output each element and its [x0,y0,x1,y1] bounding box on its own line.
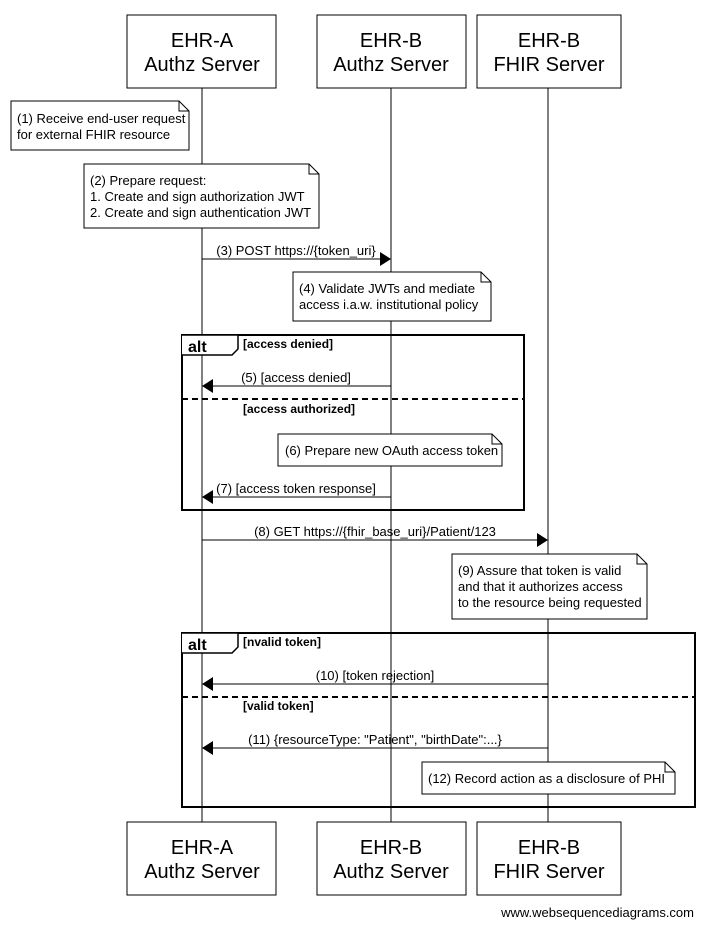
note-1: (1) Receive end-user request for externa… [10,100,190,151]
actor-top-ehr-b-authz: EHR-B Authz Server [316,14,467,89]
note-line: access i.a.w. institutional policy [299,297,479,312]
note-line: (9) Assure that token is valid [458,563,621,578]
alt-guard: [access authorized] [243,402,355,416]
note-12: (12) Record action as a disclosure of PH… [421,761,676,795]
alt-guard: [nvalid token] [243,635,321,649]
message-7: (7) [access token response] [202,481,391,504]
arrowhead-icon [202,677,213,691]
actor-line1: EHR-B [360,30,422,52]
actor-line2: FHIR Server [493,54,604,76]
actor-line1: EHR-B [360,837,422,859]
note-line: to the resource being requested [458,595,642,610]
actor-line2: Authz Server [144,861,260,883]
note-9: (9) Assure that token is valid and that … [451,553,648,620]
note-line: (1) Receive end-user request [17,111,186,126]
actor-line1: EHR-A [171,30,234,52]
arrowhead-icon [202,741,213,755]
note-line: (6) Prepare new OAuth access token [285,443,498,458]
message-label: (11) {resourceType: "Patient", "birthDat… [248,732,502,747]
note-line: (4) Validate JWTs and mediate [299,281,475,296]
note-6: (6) Prepare new OAuth access token [277,433,503,467]
message-label: (3) POST https://{token_uri} [216,243,376,258]
arrowhead-icon [202,490,213,504]
message-label: (10) [token rejection] [316,668,435,683]
actor-line2: Authz Server [144,54,260,76]
alt-label: alt [188,339,207,356]
alt-guard: [access denied] [243,337,333,351]
actor-line1: EHR-B [518,30,580,52]
note-line: 1. Create and sign authorization JWT [90,189,305,204]
actor-line2: FHIR Server [493,861,604,883]
actor-line2: Authz Server [333,861,449,883]
message-label: (8) GET https://{fhir_base_uri}/Patient/… [254,524,496,539]
actor-bottom-ehr-b-fhir: EHR-B FHIR Server [476,821,622,896]
note-2: (2) Prepare request: 1. Create and sign … [83,163,320,229]
message-label: (7) [access token response] [216,481,376,496]
actor-top-ehr-b-fhir: EHR-B FHIR Server [476,14,622,89]
actor-line2: Authz Server [333,54,449,76]
note-line: for external FHIR resource [17,127,170,142]
alt-label: alt [188,637,207,654]
actor-top-ehr-a-authz: EHR-A Authz Server [126,14,277,89]
message-8: (8) GET https://{fhir_base_uri}/Patient/… [202,524,548,547]
note-line: 2. Create and sign authentication JWT [90,205,311,220]
note-line: (2) Prepare request: [90,173,206,188]
message-label: (5) [access denied] [241,370,351,385]
watermark-link[interactable]: www.websequencediagrams.com [501,905,694,920]
note-4: (4) Validate JWTs and mediate access i.a… [292,271,492,322]
message-5: (5) [access denied] [202,370,391,393]
actor-bottom-ehr-a-authz: EHR-A Authz Server [126,821,277,896]
message-3: (3) POST https://{token_uri} [202,243,391,266]
arrowhead-icon [380,252,391,266]
message-11: (11) {resourceType: "Patient", "birthDat… [202,732,548,755]
alt-guard: [valid token] [243,699,314,713]
message-10: (10) [token rejection] [202,668,548,691]
actor-line1: EHR-B [518,837,580,859]
sequence-diagram: EHR-A Authz Server EHR-B Authz Server EH… [10,14,696,896]
arrowhead-icon [537,533,548,547]
actor-line1: EHR-A [171,837,234,859]
note-line: and that it authorizes access [458,579,623,594]
arrowhead-icon [202,379,213,393]
actor-bottom-ehr-b-authz: EHR-B Authz Server [316,821,467,896]
note-line: (12) Record action as a disclosure of PH… [428,771,665,786]
